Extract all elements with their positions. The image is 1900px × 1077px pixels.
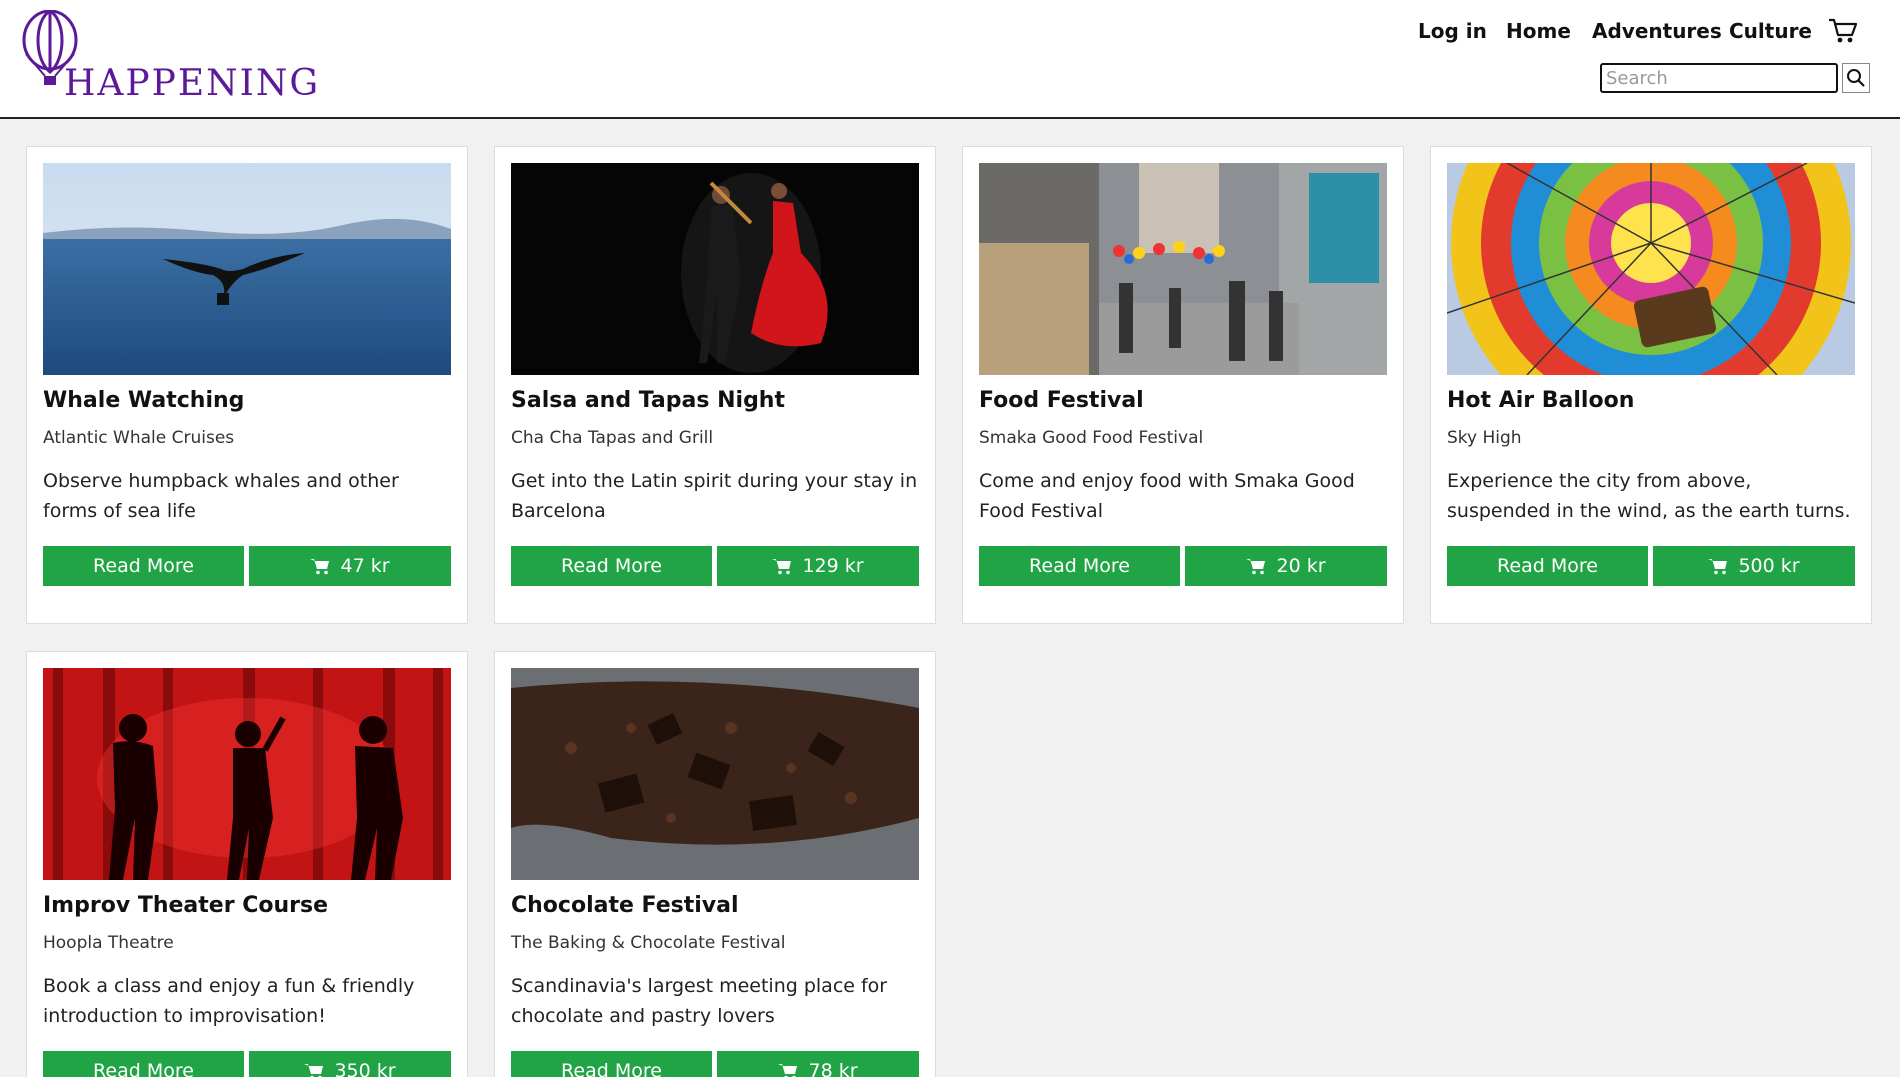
site-header: HAPPENING Log in Home Adventures Culture (0, 0, 1900, 119)
search-icon (1847, 69, 1865, 87)
cart-icon (772, 559, 792, 575)
price-label: 20 kr (1276, 555, 1326, 577)
price-label: 47 kr (340, 555, 390, 577)
event-image[interactable] (511, 163, 919, 375)
event-title[interactable]: Salsa and Tapas Night (511, 388, 785, 413)
add-to-cart-button[interactable]: 500 kr (1653, 546, 1855, 586)
event-card: Chocolate Festival The Baking & Chocolat… (494, 651, 936, 1077)
cart-icon (778, 1064, 798, 1077)
add-to-cart-button[interactable]: 47 kr (249, 546, 451, 586)
add-to-cart-button[interactable]: 129 kr (717, 546, 919, 586)
site-logo[interactable]: HAPPENING (20, 10, 318, 104)
event-description: Get into the Latin spirit during your st… (511, 470, 918, 522)
cart-icon (304, 1064, 324, 1077)
nav-culture-link[interactable]: Culture (1729, 19, 1812, 43)
nav-login-link[interactable]: Log in (1418, 19, 1487, 43)
event-card: Food Festival Smaka Good Food Festival C… (962, 146, 1404, 624)
event-title[interactable]: Hot Air Balloon (1447, 388, 1634, 413)
event-organizer: Cha Cha Tapas and Grill (511, 428, 714, 448)
event-title[interactable]: Improv Theater Course (43, 893, 328, 918)
event-description: Come and enjoy food with Smaka Good Food… (979, 470, 1355, 522)
event-description: Experience the city from above, suspende… (1447, 470, 1851, 522)
event-description: Scandinavia's largest meeting place for … (511, 975, 888, 1027)
add-to-cart-button[interactable]: 350 kr (249, 1051, 451, 1077)
read-more-button[interactable]: Read More (979, 546, 1180, 586)
cart-icon (1708, 559, 1728, 575)
cart-icon (310, 559, 330, 575)
search-input[interactable] (1600, 63, 1838, 93)
read-more-label: Read More (561, 555, 662, 577)
price-label: 350 kr (334, 1060, 396, 1077)
event-image[interactable] (43, 163, 451, 375)
read-more-label: Read More (1497, 555, 1598, 577)
event-card: Salsa and Tapas Night Cha Cha Tapas and … (494, 146, 936, 624)
read-more-label: Read More (93, 1060, 194, 1077)
read-more-label: Read More (561, 1060, 662, 1077)
price-label: 78 kr (808, 1060, 858, 1077)
add-to-cart-button[interactable]: 20 kr (1185, 546, 1387, 586)
event-organizer: Smaka Good Food Festival (979, 428, 1204, 448)
read-more-label: Read More (1029, 555, 1130, 577)
event-title[interactable]: Chocolate Festival (511, 893, 739, 918)
read-more-button[interactable]: Read More (1447, 546, 1648, 586)
read-more-button[interactable]: Read More (43, 1051, 244, 1077)
event-card: Hot Air Balloon Sky High Experience the … (1430, 146, 1872, 624)
event-organizer: Atlantic Whale Cruises (43, 428, 235, 448)
read-more-button[interactable]: Read More (511, 1051, 712, 1077)
event-image[interactable] (511, 668, 919, 880)
price-label: 129 kr (802, 555, 864, 577)
search-bar (1600, 63, 1870, 93)
read-more-button[interactable]: Read More (43, 546, 244, 586)
event-card: Whale Watching Atlantic Whale Cruises Ob… (26, 146, 468, 624)
event-image[interactable] (979, 163, 1387, 375)
event-description: Book a class and enjoy a fun & friendly … (43, 975, 415, 1027)
price-label: 500 kr (1738, 555, 1800, 577)
event-organizer: Sky High (1447, 428, 1522, 448)
event-image[interactable] (43, 668, 451, 880)
event-organizer: The Baking & Chocolate Festival (511, 933, 786, 953)
add-to-cart-button[interactable]: 78 kr (717, 1051, 919, 1077)
read-more-label: Read More (93, 555, 194, 577)
search-button[interactable] (1842, 63, 1870, 93)
nav-adventures-link[interactable]: Adventures (1592, 19, 1722, 43)
read-more-button[interactable]: Read More (511, 546, 712, 586)
event-title[interactable]: Whale Watching (43, 388, 244, 413)
event-image[interactable] (1447, 163, 1855, 375)
event-description: Observe humpback whales and other forms … (43, 470, 399, 522)
cart-icon[interactable] (1828, 17, 1858, 45)
brand-name: HAPPENING (64, 63, 321, 104)
event-card: Improv Theater Course Hoopla Theatre Boo… (26, 651, 468, 1077)
cart-icon (1246, 559, 1266, 575)
nav-home-link[interactable]: Home (1506, 19, 1571, 43)
event-organizer: Hoopla Theatre (43, 933, 174, 953)
event-title[interactable]: Food Festival (979, 388, 1144, 413)
